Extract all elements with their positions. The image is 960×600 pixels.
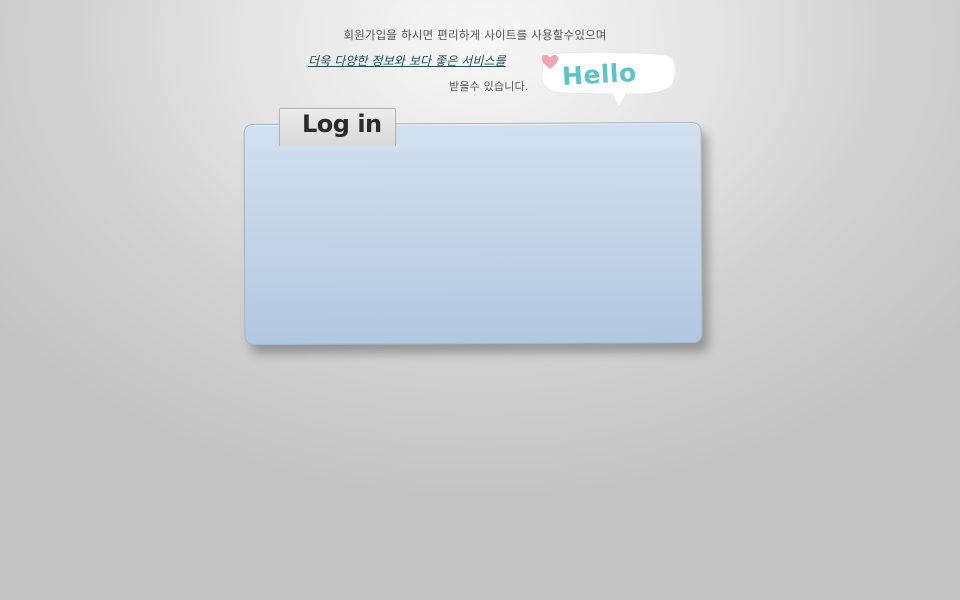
login-title: Log in [302, 110, 382, 138]
hello-text: Hello [561, 58, 638, 91]
login-tab: Log in [279, 108, 396, 146]
login-panel [243, 122, 703, 345]
signup-intro-text-end: 받을수 있습니다. [449, 80, 529, 93]
heart-icon [541, 55, 559, 69]
hello-speech-bubble: Hello [540, 52, 678, 110]
signup-link[interactable]: 더욱 다양한 정보와 보다 좋은 서비스를 [308, 52, 506, 69]
signup-intro-text: 회원가입을 하시면 편리하게 사이트를 사용할수있으며 [343, 28, 607, 42]
